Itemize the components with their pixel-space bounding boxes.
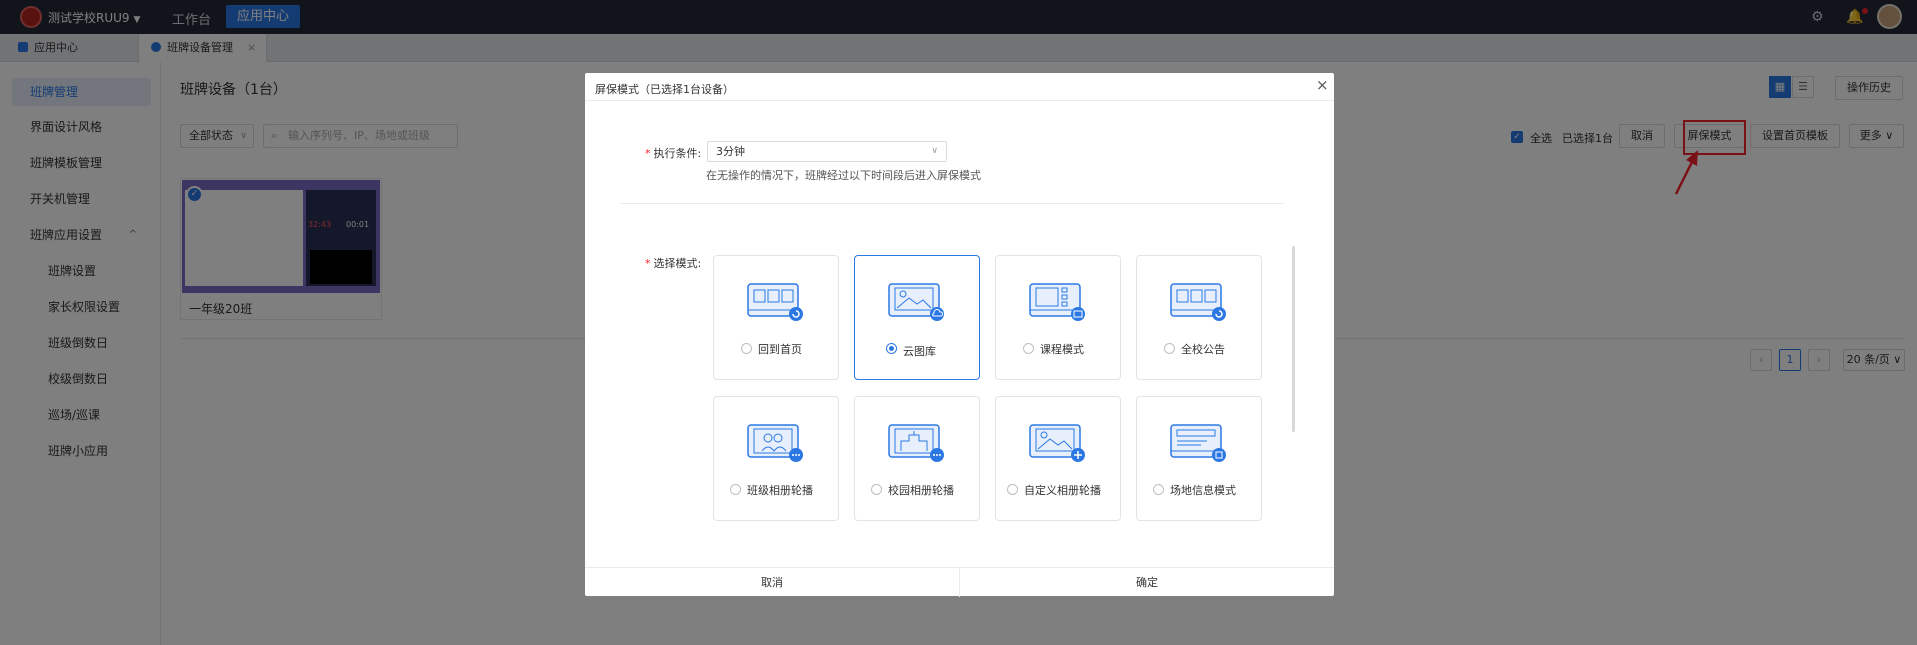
dialog-title: 屏保模式（已选择1台设备） xyxy=(595,83,734,96)
mode-option-label: 校园相册轮播 xyxy=(888,484,954,497)
mode-option-label: 班级相册轮播 xyxy=(747,484,813,497)
mode-option-campus-album[interactable]: 校园相册轮播 xyxy=(854,396,980,521)
mode-option-custom-album[interactable]: 自定义相册轮播 xyxy=(995,396,1121,521)
mode-option-label: 自定义相册轮播 xyxy=(1024,484,1101,497)
home-screen-illustration-icon xyxy=(747,283,803,321)
cloud-gallery-illustration-icon xyxy=(888,283,944,321)
course-illustration-icon xyxy=(1029,283,1085,321)
mode-option-venue-info[interactable]: 场地信息模式 xyxy=(1136,396,1262,521)
mode-option-course[interactable]: 课程模式 xyxy=(995,255,1121,380)
screensaver-dialog: 屏保模式（已选择1台设备） × * 执行条件: 3分钟 ∨ 在无操作的情况下，班牌经… xyxy=(585,73,1334,597)
mode-option-label: 课程模式 xyxy=(1040,343,1084,356)
mode-option-label: 回到首页 xyxy=(758,343,802,356)
mode-label-text: 选择模式: xyxy=(653,257,702,270)
divider xyxy=(621,203,1284,204)
dialog-footer: 取消 确定 xyxy=(585,567,1334,597)
mode-option-label: 场地信息模式 xyxy=(1170,484,1236,497)
mode-option-class-album[interactable]: 班级相册轮播 xyxy=(713,396,839,521)
dialog-header: 屏保模式（已选择1台设备） × xyxy=(585,73,1334,101)
mode-radio[interactable] xyxy=(1164,343,1175,354)
required-mark: * xyxy=(645,147,651,160)
dialog-cancel-button[interactable]: 取消 xyxy=(585,568,959,597)
mode-radio[interactable] xyxy=(886,343,897,354)
close-icon[interactable]: × xyxy=(1316,78,1329,93)
mode-label: * 选择模式: xyxy=(645,255,701,271)
class-album-illustration-icon xyxy=(747,424,803,462)
custom-album-illustration-icon xyxy=(1029,424,1085,462)
dialog-confirm-button[interactable]: 确定 xyxy=(960,568,1334,597)
campus-album-illustration-icon xyxy=(888,424,944,462)
mode-radio[interactable] xyxy=(741,343,752,354)
condition-label-text: 执行条件: xyxy=(653,147,702,160)
mode-radio[interactable] xyxy=(730,484,741,495)
mode-radio[interactable] xyxy=(1007,484,1018,495)
mode-radio[interactable] xyxy=(871,484,882,495)
mode-radio[interactable] xyxy=(1023,343,1034,354)
mode-radio[interactable] xyxy=(1153,484,1164,495)
condition-label: * 执行条件: xyxy=(645,145,701,161)
condition-hint: 在无操作的情况下，班牌经过以下时间段后进入屏保模式 xyxy=(706,169,981,182)
mode-option-label: 云图库 xyxy=(903,345,936,358)
mode-option-school-notice[interactable]: 全校公告 xyxy=(1136,255,1262,380)
mode-option-cloud-gallery[interactable]: 云图库 xyxy=(854,255,980,380)
condition-select[interactable]: 3分钟 ∨ xyxy=(707,141,947,162)
condition-value: 3分钟 xyxy=(716,145,745,158)
dialog-scrollbar[interactable] xyxy=(1292,246,1295,432)
chevron-down-icon: ∨ xyxy=(931,146,938,156)
venue-info-illustration-icon xyxy=(1170,424,1226,462)
mode-option-label: 全校公告 xyxy=(1181,343,1225,356)
mode-option-home[interactable]: 回到首页 xyxy=(713,255,839,380)
required-mark: * xyxy=(645,257,651,270)
school-notice-illustration-icon xyxy=(1170,283,1226,321)
